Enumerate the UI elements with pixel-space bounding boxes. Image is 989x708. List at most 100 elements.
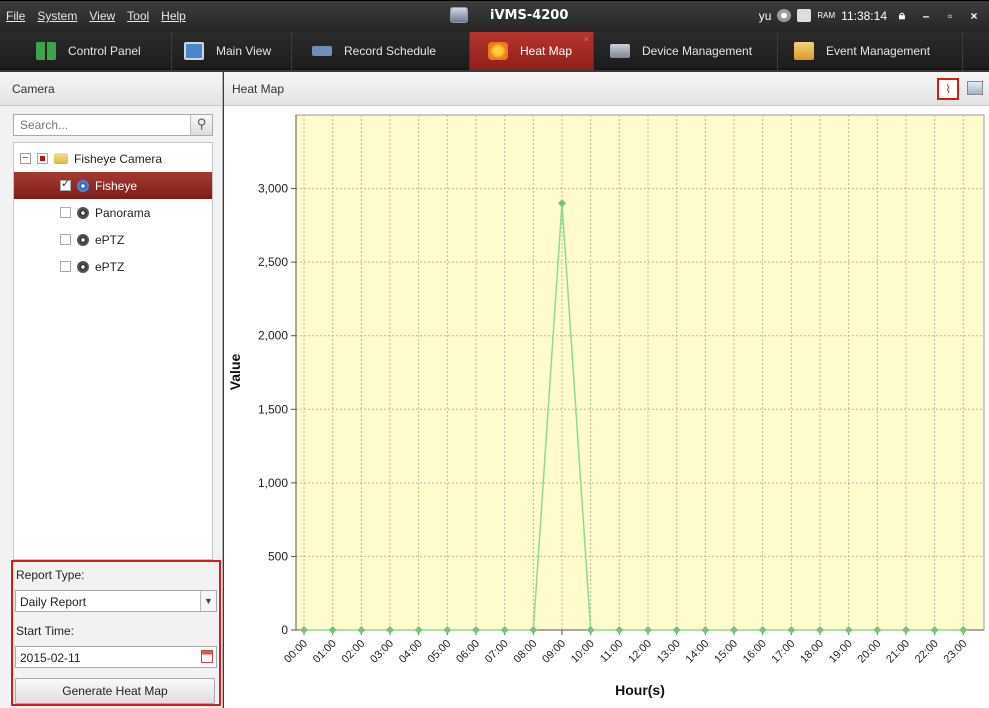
clock: 11:38:14	[841, 8, 887, 23]
chevron-down-icon[interactable]: ▼	[200, 591, 216, 611]
tab-control-panel[interactable]: Control Panel	[0, 32, 172, 70]
x-tick-label: 17:00	[770, 638, 798, 666]
close-button[interactable]: ×	[965, 9, 983, 23]
x-tick-label: 16:00	[741, 638, 769, 666]
module-tabs: Control Panel Main View Record Schedule …	[0, 32, 989, 70]
app-title: iVMS-4200	[450, 7, 568, 23]
tree-node-label: ePTZ	[95, 259, 125, 274]
tab-heat-map[interactable]: Heat Map ×	[470, 32, 594, 70]
x-tick-label: 05:00	[426, 638, 454, 666]
generate-heat-map-button[interactable]: Generate Heat Map	[15, 678, 215, 704]
tab-event-management[interactable]: Event Management	[778, 32, 963, 70]
y-tick-label: 500	[268, 549, 288, 563]
monitor-icon	[184, 42, 204, 60]
x-tick-label: 12:00	[626, 638, 654, 666]
search-icon[interactable]: ⚲	[190, 115, 212, 135]
x-axis-label: Hour(s)	[615, 682, 665, 698]
y-tick-label: 0	[281, 623, 288, 637]
tree-node-fisheye[interactable]: Fisheye	[14, 172, 212, 199]
x-tick-label: 07:00	[483, 638, 511, 666]
heat-map-icon	[488, 42, 508, 60]
tab-main-view[interactable]: Main View	[172, 32, 292, 70]
folder-alert-icon	[794, 42, 814, 60]
menu-tool[interactable]: Tool	[127, 9, 149, 23]
heat-map-header: Heat Map ⌇	[224, 72, 989, 106]
plot-area	[295, 114, 985, 631]
tree-node-eptz-2[interactable]: ePTZ	[14, 253, 212, 280]
report-type-select[interactable]: Daily Report ▼	[15, 590, 217, 612]
image-view-icon[interactable]	[967, 81, 983, 95]
panorama-checkbox[interactable]	[60, 207, 71, 218]
folder-icon	[54, 153, 68, 164]
menu-file[interactable]: File	[6, 9, 25, 23]
tree-node-label: Fisheye Camera	[74, 151, 163, 166]
tree-node-panorama[interactable]: Panorama	[14, 199, 212, 226]
cpu-icon	[797, 9, 812, 22]
x-tick-label: 04:00	[397, 638, 425, 666]
line-chart-icon[interactable]: ⌇	[937, 78, 959, 100]
menu-view[interactable]: View	[89, 9, 115, 23]
start-time-label: Start Time:	[16, 624, 75, 638]
heat-map-panel: Heat Map ⌇ 0 500 1,000 1,500 2,000 2,500 3,000…	[224, 72, 989, 708]
tab-label: Device Management	[642, 44, 753, 58]
heat-map-chart: 05001,0001,5002,0002,5003,00000:00 01:00 0…	[227, 114, 985, 698]
calendar-icon[interactable]	[201, 650, 213, 663]
report-type-value: Daily Report	[20, 595, 87, 609]
root-checkbox[interactable]	[37, 153, 48, 164]
close-tab-icon[interactable]: ×	[584, 34, 589, 44]
x-tick-label: 13:00	[655, 638, 683, 666]
tab-label: Control Panel	[68, 44, 141, 58]
network-icon	[777, 9, 792, 22]
x-tick-label: 02:00	[340, 638, 368, 666]
x-tick-label: 19:00	[827, 638, 855, 666]
y-tick-label: 2,000	[258, 329, 288, 343]
report-type-label: Report Type:	[16, 568, 85, 582]
camera-tree: – Fisheye Camera Fisheye Panorama ePTZ e…	[13, 142, 213, 560]
x-tick-label: 00:00	[282, 638, 310, 666]
x-tick-label: 18:00	[798, 638, 826, 666]
device-icon	[610, 44, 630, 58]
tab-record-schedule[interactable]: Record Schedule	[292, 32, 470, 70]
collapse-icon[interactable]: –	[20, 153, 31, 164]
x-tick-label: 23:00	[942, 638, 970, 666]
eptz-2-checkbox[interactable]	[60, 261, 71, 272]
ram-label: RAM	[817, 10, 836, 20]
search-box: ⚲	[13, 114, 213, 136]
tab-label: Event Management	[826, 44, 931, 58]
y-axis-label: Value	[227, 354, 243, 391]
tab-device-management[interactable]: Device Management	[594, 32, 778, 70]
y-tick-label: 1,000	[258, 476, 288, 490]
menu-help[interactable]: Help	[161, 9, 186, 23]
eptz-1-checkbox[interactable]	[60, 234, 71, 245]
grid-icon	[36, 42, 56, 60]
minimize-button[interactable]: –	[917, 9, 935, 23]
fisheye-checkbox[interactable]	[60, 177, 71, 191]
app-logo-icon	[450, 7, 468, 23]
camera-record-icon	[312, 46, 332, 56]
x-tick-label: 15:00	[712, 638, 740, 666]
lock-icon[interactable]: 🔒︎	[893, 8, 911, 23]
app-name: iVMS-4200	[490, 7, 569, 23]
x-tick-label: 10:00	[569, 638, 597, 666]
start-time-field[interactable]: 2015-02-11	[15, 646, 217, 668]
search-input[interactable]	[14, 115, 184, 135]
menu-system[interactable]: System	[37, 9, 77, 23]
x-tick-label: 06:00	[454, 638, 482, 666]
tree-node-root[interactable]: – Fisheye Camera	[14, 145, 212, 172]
start-time-value: 2015-02-11	[20, 651, 81, 665]
tree-node-eptz-1[interactable]: ePTZ	[14, 226, 212, 253]
camera-icon	[77, 179, 89, 192]
system-tray: yu RAM 11:38:14 🔒︎ – ▫ ×	[759, 8, 983, 23]
camera-icon	[77, 260, 89, 273]
camera-panel: Camera ⚲ – Fisheye Camera Fisheye Panora…	[0, 72, 223, 708]
tab-label: Record Schedule	[344, 44, 437, 58]
x-tick-label: 08:00	[512, 638, 540, 666]
camera-icon	[77, 233, 89, 246]
tree-node-label: ePTZ	[95, 232, 125, 247]
user-name: yu	[758, 8, 772, 23]
x-tick-label: 11:00	[598, 638, 625, 665]
title-bar: File System View Tool Help iVMS-4200 yu …	[0, 0, 989, 32]
maximize-button[interactable]: ▫	[941, 9, 959, 23]
x-tick-label: 22:00	[913, 638, 941, 666]
y-tick-label: 3,000	[258, 182, 288, 196]
